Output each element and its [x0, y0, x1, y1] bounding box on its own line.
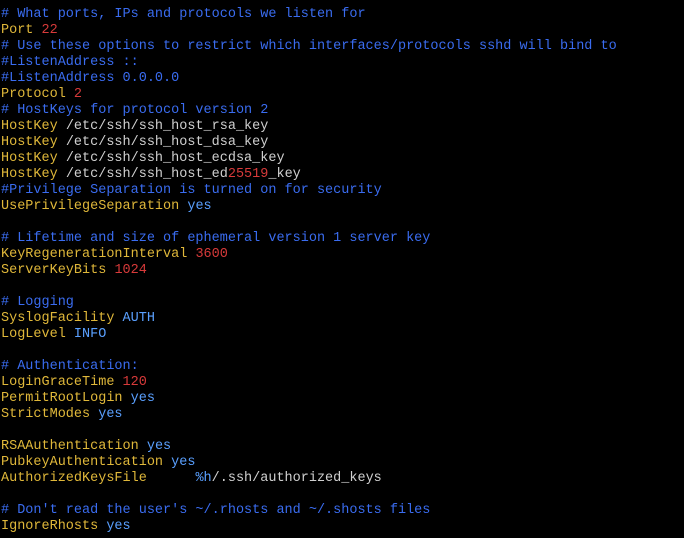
comment-text: #Privilege Separation is turned on for s…: [1, 183, 382, 198]
comment-text: # Authentication:: [1, 359, 139, 374]
plain-text: /.ssh/authorized_keys: [211, 471, 382, 486]
directive-value: yes: [98, 407, 123, 422]
config-line: #Privilege Separation is turned on for s…: [1, 183, 617, 199]
config-line: KeyRegenerationInterval 3600: [1, 247, 617, 263]
config-line: PubkeyAuthentication yes: [1, 455, 617, 471]
directive-value: 22: [41, 23, 58, 38]
directive-value: 3600: [195, 247, 228, 262]
plain-text: [66, 87, 74, 102]
config-line: UsePrivilegeSeparation yes: [1, 199, 617, 215]
config-line: HostKey /etc/ssh/ssh_host_rsa_key: [1, 119, 617, 135]
config-line: SyslogFacility AUTH: [1, 311, 617, 327]
comment-text: #ListenAddress ::: [1, 55, 139, 70]
directive-value: 120: [122, 375, 147, 390]
config-line: #ListenAddress ::: [1, 55, 617, 71]
directive-keyword: RSAAuthentication: [1, 439, 139, 454]
comment-text: # HostKeys for protocol version 2: [1, 103, 269, 118]
plain-text: /etc/ssh/ssh_host_ed: [57, 167, 228, 182]
config-line: LogLevel INFO: [1, 327, 617, 343]
config-line: Port 22: [1, 23, 617, 39]
directive-keyword: SyslogFacility: [1, 311, 115, 326]
comment-text: # Don't read the user's ~/.rhosts and ~/…: [1, 503, 431, 518]
config-line: LoginGraceTime 120: [1, 375, 617, 391]
directive-keyword: Protocol: [1, 87, 66, 102]
directive-value: yes: [130, 391, 155, 406]
directive-keyword: AuthorizedKeysFile: [1, 471, 147, 486]
comment-text: # Logging: [1, 295, 74, 310]
directive-value: %h: [195, 471, 212, 486]
plain-text: [123, 391, 131, 406]
directive-keyword: HostKey: [1, 119, 58, 134]
directive-keyword: PubkeyAuthentication: [1, 455, 164, 470]
directive-keyword: HostKey: [1, 151, 58, 166]
config-line: HostKey /etc/ssh/ssh_host_dsa_key: [1, 135, 617, 151]
directive-keyword: KeyRegenerationInterval: [1, 247, 188, 262]
directive-keyword: Port: [1, 23, 34, 38]
directive-value: yes: [106, 519, 131, 534]
directive-value: 25519: [227, 167, 269, 182]
plain-text: [66, 327, 74, 342]
directive-keyword: HostKey: [1, 167, 58, 182]
plain-text: _key: [268, 167, 301, 182]
config-line: # Don't read the user's ~/.rhosts and ~/…: [1, 503, 617, 519]
plain-text: [33, 23, 41, 38]
directive-value: yes: [187, 199, 212, 214]
comment-text: # What ports, IPs and protocols we liste…: [1, 7, 366, 22]
directive-value: yes: [171, 455, 196, 470]
directive-keyword: PermitRootLogin: [1, 391, 123, 406]
comment-text: # Lifetime and size of ephemeral version…: [1, 231, 431, 246]
directive-value: INFO: [73, 327, 107, 342]
config-line: HostKey /etc/ssh/ssh_host_ed25519_key: [1, 167, 617, 183]
directive-value: yes: [146, 439, 172, 454]
plain-text: /etc/ssh/ssh_host_dsa_key: [57, 135, 269, 150]
plain-text: [114, 375, 122, 390]
comment-text: # Use these options to restrict which in…: [1, 39, 617, 54]
plain-text: /etc/ssh/ssh_host_ecdsa_key: [57, 151, 285, 166]
config-line: # Use these options to restrict which in…: [1, 39, 617, 55]
config-line: RSAAuthentication yes: [1, 439, 617, 455]
plain-text: /etc/ssh/ssh_host_rsa_key: [57, 119, 269, 134]
plain-text: [139, 439, 147, 454]
config-line: # Logging: [1, 295, 617, 311]
config-line: PermitRootLogin yes: [1, 391, 617, 407]
plain-text: [163, 455, 171, 470]
directive-keyword: IgnoreRhosts: [1, 519, 99, 534]
terminal-window[interactable]: # What ports, IPs and protocols we liste…: [0, 0, 684, 538]
config-line: IgnoreRhosts yes: [1, 519, 617, 535]
config-line: # HostKeys for protocol version 2: [1, 103, 617, 119]
directive-keyword: LogLevel: [1, 327, 66, 342]
directive-keyword: LoginGraceTime: [1, 375, 115, 390]
plain-text: [147, 471, 196, 486]
plain-text: [114, 311, 122, 326]
config-line: #ListenAddress 0.0.0.0: [1, 71, 617, 87]
config-line: AuthorizedKeysFile %h/.ssh/authorized_ke…: [1, 471, 617, 487]
sshd-config-text: # What ports, IPs and protocols we liste…: [1, 7, 617, 535]
config-line: # Lifetime and size of ephemeral version…: [1, 231, 617, 247]
directive-value: AUTH: [122, 311, 155, 326]
directive-value: 1024: [114, 263, 147, 278]
directive-keyword: UsePrivilegeSeparation: [1, 199, 180, 214]
directive-keyword: ServerKeyBits: [1, 263, 107, 278]
directive-keyword: StrictModes: [1, 407, 91, 422]
directive-keyword: HostKey: [1, 135, 58, 150]
comment-text: #ListenAddress 0.0.0.0: [1, 71, 180, 86]
config-line: StrictModes yes: [1, 407, 617, 423]
config-line: Protocol 2: [1, 87, 617, 103]
directive-value: 2: [73, 87, 83, 102]
config-line: # Authentication:: [1, 359, 617, 375]
config-line: HostKey /etc/ssh/ssh_host_ecdsa_key: [1, 151, 617, 167]
config-line: # What ports, IPs and protocols we liste…: [1, 7, 617, 23]
config-line: ServerKeyBits 1024: [1, 263, 617, 279]
